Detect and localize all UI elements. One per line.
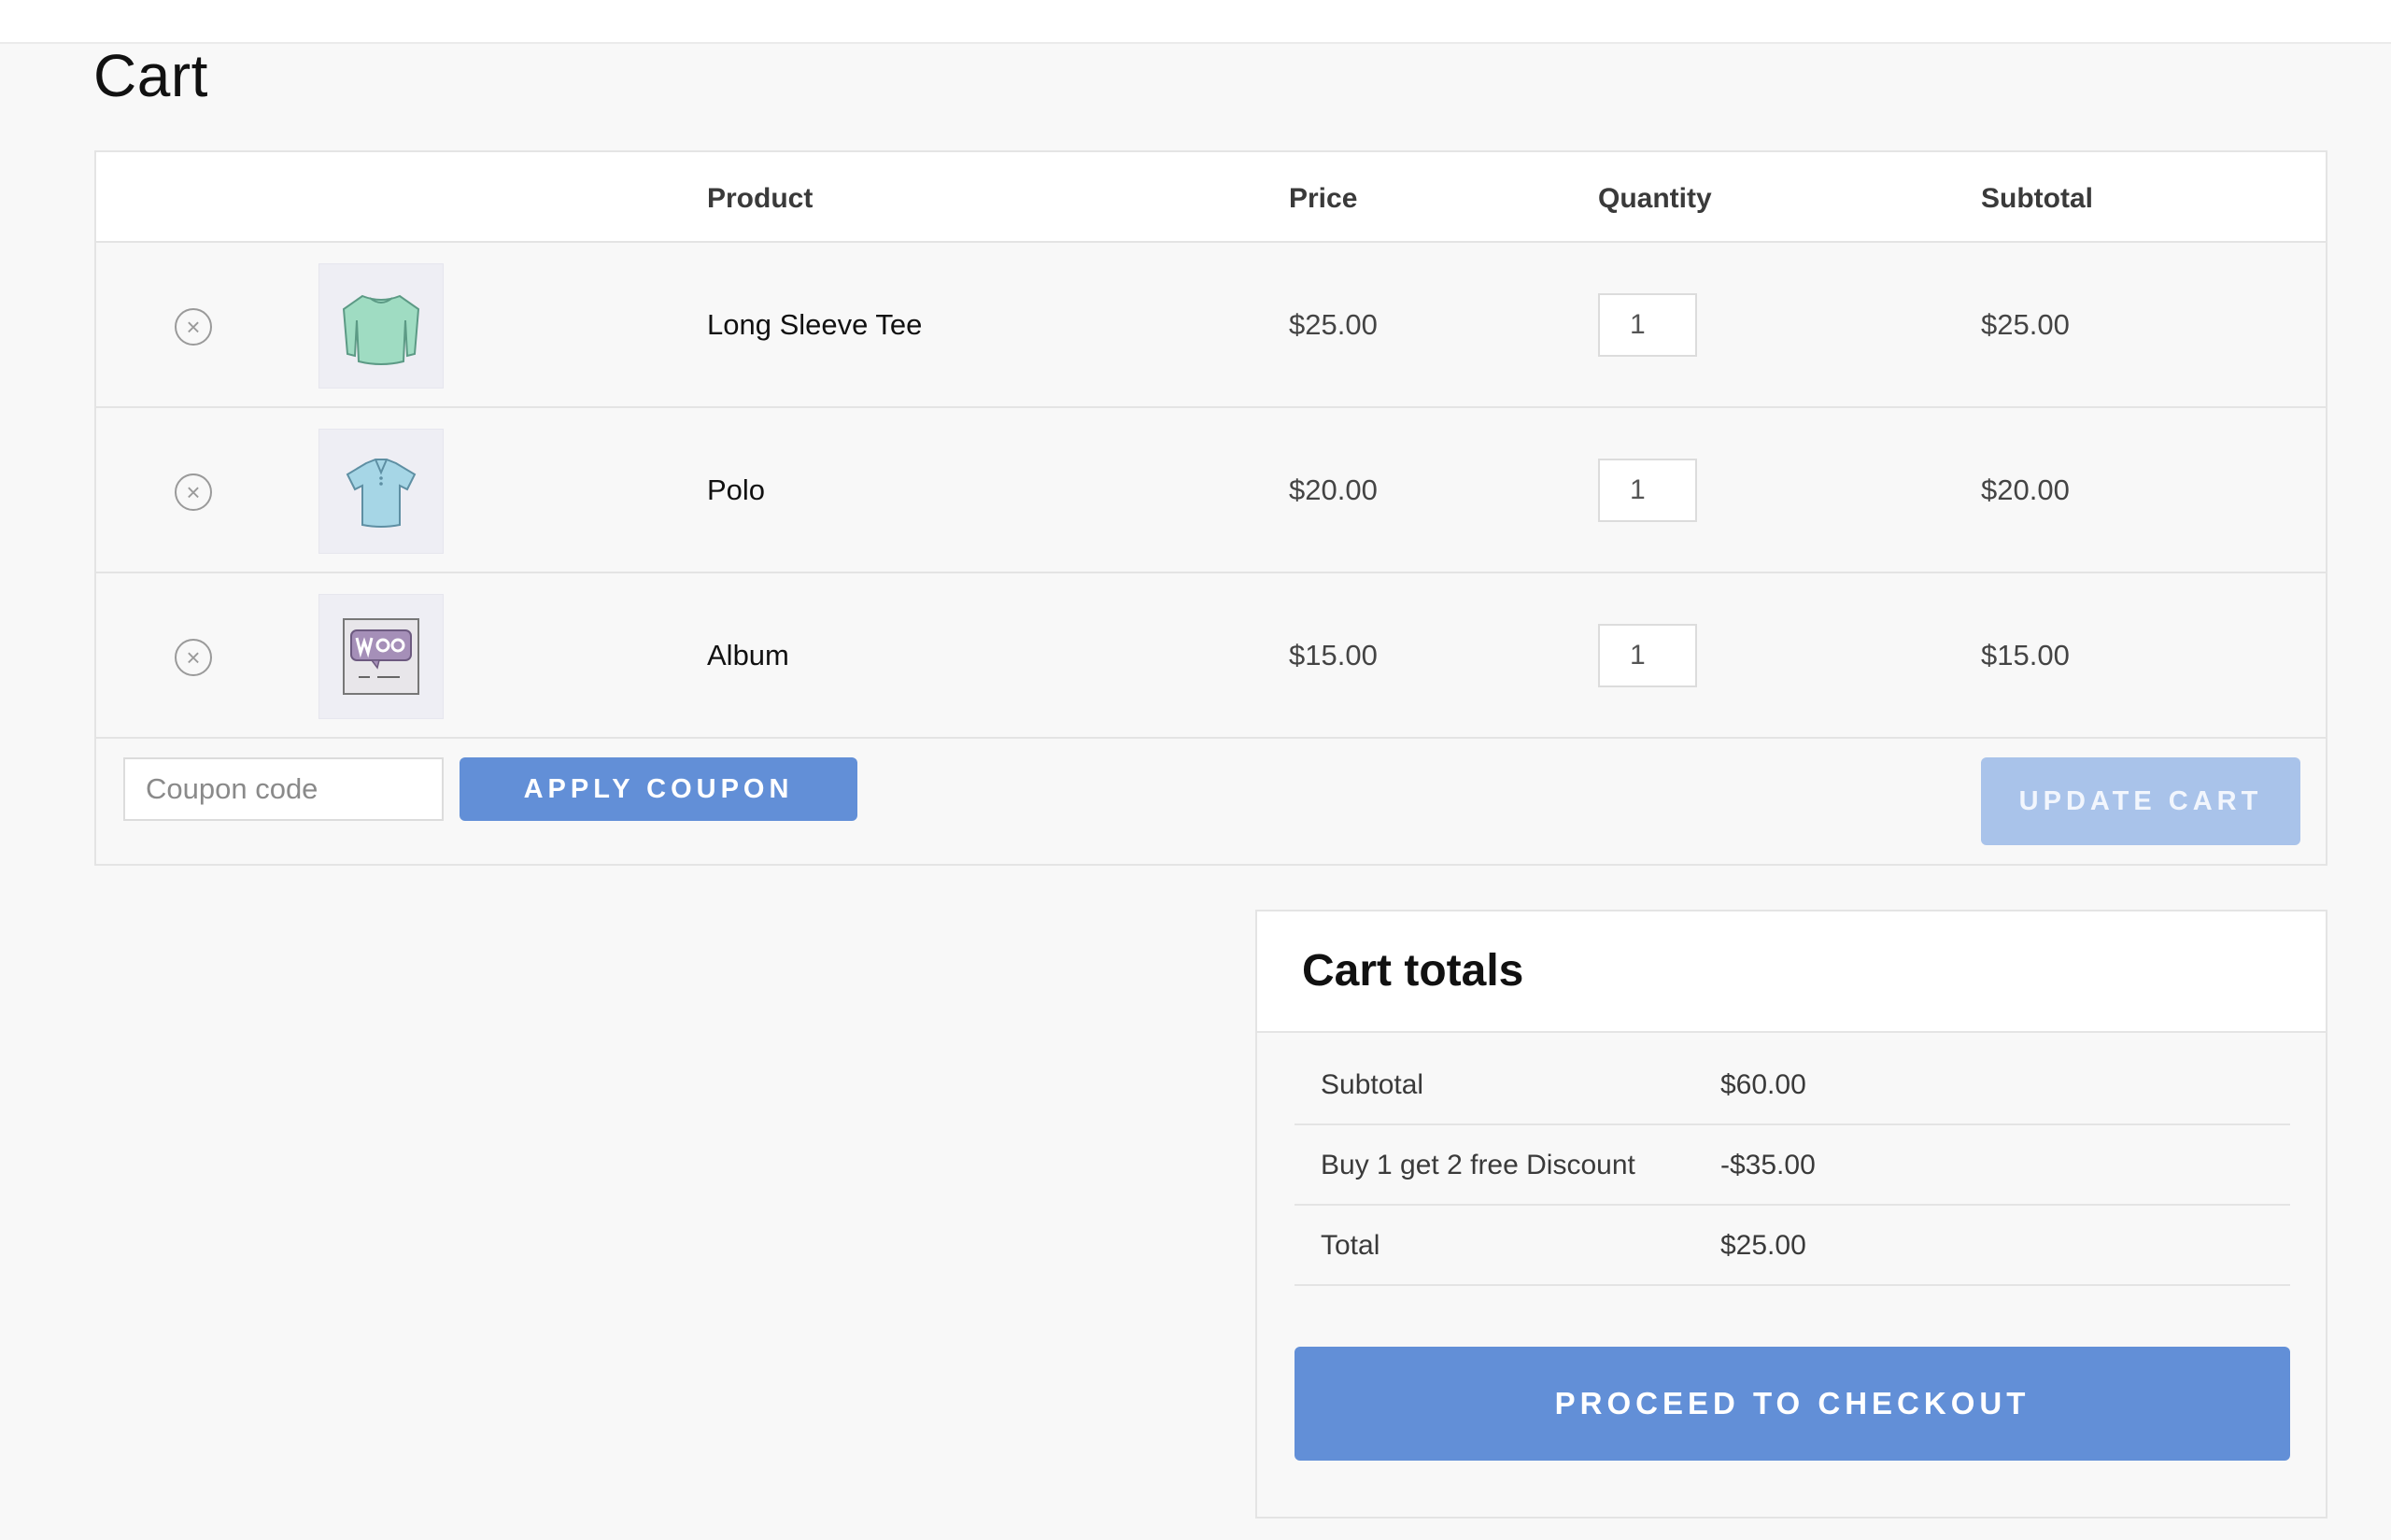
- product-subtotal: $15.00: [1981, 639, 2070, 671]
- product-price: $15.00: [1289, 639, 1378, 671]
- product-name[interactable]: Album: [707, 639, 789, 672]
- remove-icon[interactable]: ×: [175, 639, 212, 676]
- totals-row-total: Total $25.00: [1295, 1206, 2290, 1286]
- cart-table-header: Product Price Quantity Subtotal: [96, 152, 2326, 243]
- cart-totals-title: Cart totals: [1302, 946, 1524, 996]
- coupon-code-input[interactable]: [123, 757, 444, 821]
- totals-value: $25.00: [1720, 1230, 1806, 1261]
- cart-actions: APPLY COUPON UPDATE CART: [96, 738, 2326, 866]
- quantity-input[interactable]: [1598, 293, 1697, 357]
- apply-coupon-button[interactable]: APPLY COUPON: [460, 757, 857, 821]
- table-row: × Album $15.00 $15.00: [96, 573, 2326, 739]
- product-name[interactable]: Polo: [707, 473, 765, 507]
- product-subtotal: $20.00: [1981, 473, 2070, 506]
- remove-icon[interactable]: ×: [175, 473, 212, 511]
- header-product: Product: [707, 183, 814, 214]
- woo-album-icon[interactable]: [318, 594, 444, 719]
- totals-label: Total: [1321, 1230, 1380, 1261]
- polo-shirt-icon[interactable]: [318, 429, 444, 554]
- remove-icon[interactable]: ×: [175, 308, 212, 346]
- cart-totals: Cart totals Subtotal $60.00 Buy 1 get 2 …: [1255, 910, 2327, 1519]
- table-row: × Polo $20.00 $20.00: [96, 408, 2326, 573]
- totals-label: Buy 1 get 2 free Discount: [1321, 1150, 1635, 1180]
- quantity-input[interactable]: [1598, 624, 1697, 687]
- product-price: $25.00: [1289, 308, 1378, 341]
- header-subtotal: Subtotal: [1981, 183, 2093, 214]
- product-name[interactable]: Long Sleeve Tee: [707, 308, 922, 342]
- proceed-to-checkout-button[interactable]: PROCEED TO CHECKOUT: [1295, 1347, 2290, 1461]
- totals-row-discount: Buy 1 get 2 free Discount -$35.00: [1295, 1125, 2290, 1206]
- header-price: Price: [1289, 183, 1358, 214]
- top-bar: [0, 0, 2391, 44]
- product-subtotal: $25.00: [1981, 308, 2070, 341]
- update-cart-button[interactable]: UPDATE CART: [1981, 757, 2300, 845]
- totals-value: $60.00: [1720, 1069, 1806, 1100]
- long-sleeve-tee-icon[interactable]: [318, 263, 444, 389]
- totals-row-subtotal: Subtotal $60.00: [1295, 1045, 2290, 1125]
- product-price: $20.00: [1289, 473, 1378, 506]
- page-title: Cart: [93, 42, 208, 109]
- cart-totals-header: Cart totals: [1257, 911, 2326, 1033]
- cart-table: Product Price Quantity Subtotal × Long S…: [94, 150, 2327, 866]
- table-row: × Long Sleeve Tee $25.00 $25.00: [96, 243, 2326, 408]
- totals-label: Subtotal: [1321, 1069, 1424, 1100]
- quantity-input[interactable]: [1598, 459, 1697, 522]
- header-quantity: Quantity: [1598, 183, 1712, 214]
- totals-value: -$35.00: [1720, 1150, 1816, 1180]
